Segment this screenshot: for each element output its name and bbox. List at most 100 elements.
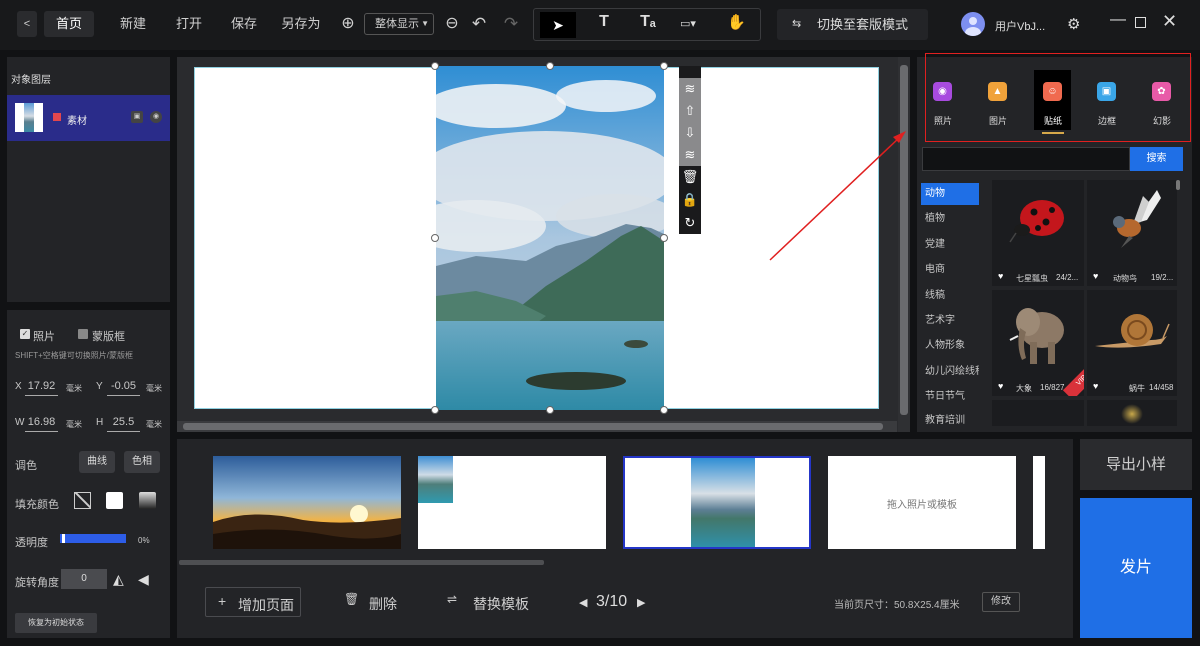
publish-button[interactable]: 发片 xyxy=(1080,498,1192,638)
next-page-icon[interactable]: ▶ xyxy=(637,596,645,609)
move-up-icon[interactable]: ⇧ xyxy=(679,100,701,122)
photo-checkbox[interactable]: ✓ xyxy=(20,329,30,339)
category-item[interactable]: 幼儿闪绘线稿 xyxy=(921,361,979,383)
no-fill-icon[interactable] xyxy=(74,492,91,509)
flip-vertical-icon[interactable]: ◀ xyxy=(138,571,149,588)
tab-border[interactable]: ▣ 边框 xyxy=(1089,70,1125,130)
resize-handle-ml[interactable] xyxy=(431,234,439,242)
shape-tool-icon[interactable]: ▭▾ xyxy=(680,17,708,30)
page-thumbnail-2[interactable] xyxy=(418,456,606,549)
hand-tool-icon[interactable]: ✋ xyxy=(727,13,747,31)
category-item[interactable]: 人物形象 xyxy=(921,335,979,357)
resize-handle-tr[interactable] xyxy=(660,62,668,70)
resize-handle-tl[interactable] xyxy=(431,62,439,70)
sticker-card[interactable]: ♥ 大象 16/827 VIP xyxy=(992,290,1084,396)
export-sample-button[interactable]: 导出小样 xyxy=(1080,439,1192,490)
zoom-out-icon[interactable]: ⊖ xyxy=(444,11,460,37)
send-to-back-icon[interactable]: ≋ xyxy=(679,144,701,166)
vertical-text-tool-icon[interactable]: Tₐ xyxy=(638,13,658,31)
selected-photo[interactable] xyxy=(436,66,664,410)
horizontal-scrollbar[interactable] xyxy=(177,421,897,432)
avatar[interactable] xyxy=(961,12,985,36)
opacity-slider-handle[interactable] xyxy=(61,534,65,543)
maximize-icon[interactable] xyxy=(1135,17,1146,28)
w-input[interactable]: 16.98 xyxy=(25,416,58,432)
frame-checkbox[interactable] xyxy=(78,329,88,339)
flip-horizontal-icon[interactable]: ◭ xyxy=(113,571,124,588)
tab-photo[interactable]: ◉ 照片 xyxy=(925,70,961,130)
sticker-card[interactable]: ♥ 七星瓢虫 24/2... xyxy=(992,180,1084,286)
page-thumbnail-5[interactable] xyxy=(1033,456,1045,549)
resize-handle-tm[interactable] xyxy=(546,62,554,70)
heart-icon[interactable]: ♥ xyxy=(1093,271,1098,281)
h-input[interactable]: 25.5 xyxy=(107,416,140,432)
white-fill-swatch[interactable] xyxy=(106,492,123,509)
save-button[interactable]: 保存 xyxy=(227,11,261,37)
sticker-scrollbar[interactable] xyxy=(1176,180,1180,190)
category-item[interactable]: 植物 xyxy=(921,208,979,230)
category-item[interactable]: 节日节气 xyxy=(921,386,979,408)
redo-icon[interactable]: ↷ xyxy=(502,11,520,37)
sticker-search-input[interactable] xyxy=(922,147,1130,171)
resize-handle-br[interactable] xyxy=(660,406,668,414)
curve-button[interactable]: 曲线 xyxy=(79,451,115,473)
sticker-card[interactable]: ♥ 动物鸟 19/2... xyxy=(1087,180,1177,286)
layer-visibility-icon[interactable]: ◉ xyxy=(150,111,162,123)
zoom-mode-select[interactable]: 整体显示 ▼ xyxy=(364,13,434,35)
modify-size-button[interactable]: 修改 xyxy=(982,592,1020,612)
category-item[interactable]: 线稿 xyxy=(921,285,979,307)
page-strip-scrollbar[interactable] xyxy=(179,560,544,565)
sticker-search-button[interactable]: 搜索 xyxy=(1130,147,1183,171)
delete-button[interactable]: 🗑 删除 xyxy=(344,588,404,616)
minimize-icon[interactable]: — xyxy=(1110,11,1126,29)
category-item[interactable]: 动物 xyxy=(921,183,979,205)
back-button[interactable]: < xyxy=(17,11,37,37)
move-down-icon[interactable]: ⇩ xyxy=(679,122,701,144)
layer-lock-icon[interactable]: ▣ xyxy=(131,111,143,123)
gradient-fill-swatch[interactable] xyxy=(139,492,156,509)
select-tool-icon[interactable]: ➤ xyxy=(540,12,576,38)
switch-mode-button[interactable]: ⇆ 切换至套版模式 xyxy=(777,9,928,40)
new-button[interactable]: 新建 xyxy=(116,11,150,37)
open-button[interactable]: 打开 xyxy=(172,11,206,37)
undo-icon[interactable]: ↶ xyxy=(470,11,488,37)
page-thumbnail-4[interactable]: 拖入照片或模板 xyxy=(828,456,1016,549)
category-item[interactable]: 电商 xyxy=(921,259,979,281)
resize-handle-mr[interactable] xyxy=(660,234,668,242)
tab-image[interactable]: ▲ 图片 xyxy=(980,70,1016,130)
heart-icon[interactable]: ♥ xyxy=(998,381,1003,391)
category-item[interactable]: 教育培训 xyxy=(921,410,979,426)
save-as-button[interactable]: 另存为 xyxy=(280,11,322,37)
rotate-input[interactable]: 0 xyxy=(61,569,107,589)
heart-icon[interactable]: ♥ xyxy=(998,271,1003,281)
zoom-in-icon[interactable]: ⊕ xyxy=(340,11,356,37)
tab-sticker[interactable]: ☺ 贴纸 xyxy=(1034,70,1071,134)
home-button[interactable]: 首页 xyxy=(44,11,94,37)
rotate-reset-icon[interactable]: ↻ xyxy=(679,212,701,234)
add-page-button[interactable]: + 增加页面 xyxy=(205,587,301,617)
x-input[interactable]: 17.92 xyxy=(25,380,58,396)
page-thumbnail-3[interactable] xyxy=(623,456,811,549)
sticker-card[interactable]: ♥ 蜗牛 14/458 xyxy=(1087,290,1177,396)
layer-item[interactable]: 素材 ▣ ◉ xyxy=(7,95,170,141)
settings-gear-icon[interactable]: ⚙ xyxy=(1067,15,1080,33)
resize-handle-bm[interactable] xyxy=(546,406,554,414)
sticker-card[interactable] xyxy=(992,400,1084,426)
resize-handle-bl[interactable] xyxy=(431,406,439,414)
page-thumbnail-1[interactable] xyxy=(213,456,401,549)
lock-icon[interactable]: 🔒 xyxy=(679,189,701,211)
replace-template-button[interactable]: ⇌ 替换模板 xyxy=(447,588,537,616)
close-icon[interactable]: ✕ xyxy=(1162,11,1177,32)
y-input[interactable]: -0.05 xyxy=(107,380,140,396)
layer-stack-icon[interactable]: ≋ xyxy=(679,78,701,100)
category-item[interactable]: 党建 xyxy=(921,234,979,256)
trash-icon[interactable]: 🗑 xyxy=(679,166,701,188)
prev-page-icon[interactable]: ◀ xyxy=(579,596,587,609)
username[interactable]: 用户VbJ... xyxy=(995,18,1045,34)
tab-phantom[interactable]: ✿ 幻影 xyxy=(1144,70,1180,130)
hue-button[interactable]: 色相 xyxy=(124,451,160,473)
sticker-card[interactable] xyxy=(1087,400,1177,426)
heart-icon[interactable]: ♥ xyxy=(1093,381,1098,391)
category-item[interactable]: 艺术字 xyxy=(921,310,979,332)
reset-button[interactable]: 恢复为初始状态 xyxy=(15,613,97,633)
